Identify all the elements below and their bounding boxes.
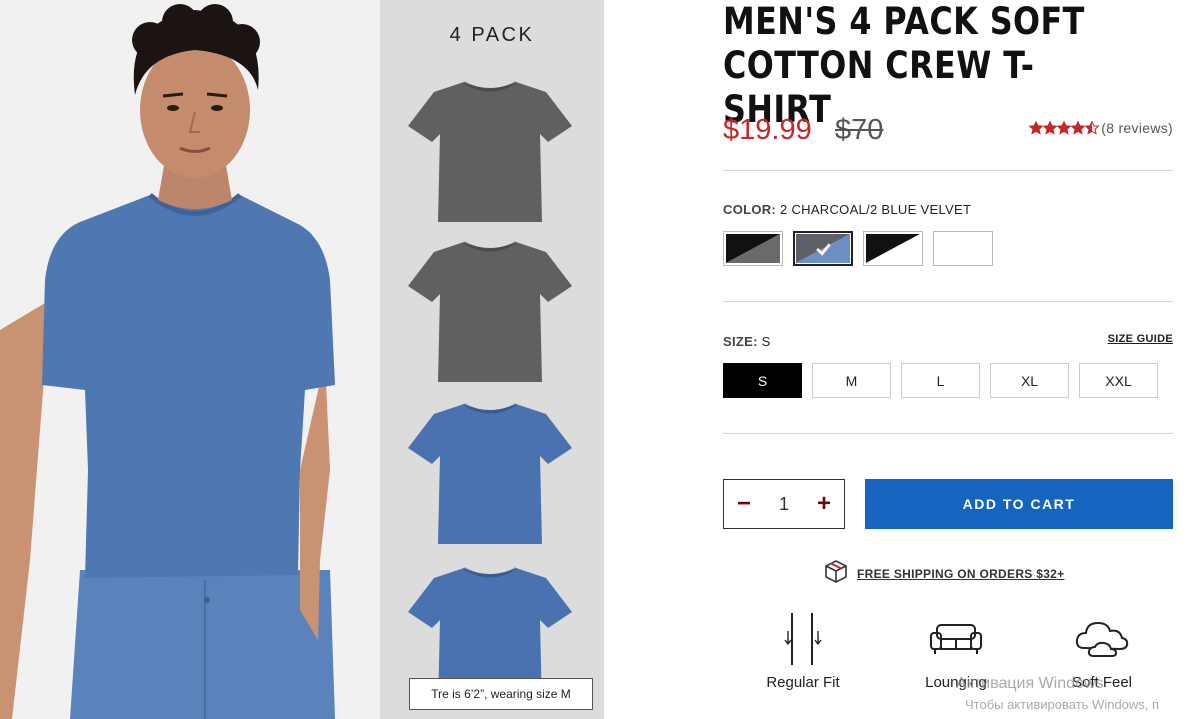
size-option-l[interactable]: L <box>901 363 980 398</box>
color-swatch-black-white[interactable] <box>863 231 923 266</box>
add-to-cart-button[interactable]: ADD TO CART <box>865 479 1173 529</box>
model-size-note: Tre is 6’2”, wearing size M <box>409 678 593 710</box>
windows-activation-watermark: Активация Windows <box>956 675 1104 692</box>
quantity-stepper: − 1 + <box>723 479 845 529</box>
regular-fit-icon <box>738 610 868 668</box>
couch-icon <box>891 610 1021 668</box>
review-count[interactable]: (8 reviews) <box>1101 120 1173 136</box>
color-value: 2 CHARCOAL/2 BLUE VELVET <box>780 202 972 217</box>
color-swatch-charcoal-blue[interactable] <box>793 231 853 266</box>
size-options: S M L XL XXL <box>723 363 1158 398</box>
size-option-s[interactable]: S <box>723 363 802 398</box>
free-shipping[interactable]: FREE SHIPPING ON ORDERS $32+ <box>823 559 1064 588</box>
color-swatch-white[interactable] <box>933 231 993 266</box>
color-swatches <box>723 231 993 266</box>
star-icon <box>1085 121 1100 135</box>
decrease-quantity-button[interactable]: − <box>734 492 754 516</box>
color-label-key: COLOR: <box>723 202 777 217</box>
star-icon <box>1057 121 1072 135</box>
product-info: MEN'S 4 PACK SOFT COTTON CREW T-SHIRT $1… <box>723 0 1173 719</box>
size-value: S <box>761 334 771 349</box>
original-price: $70 <box>835 114 884 146</box>
pack-shirt-2[interactable] <box>406 236 574 386</box>
windows-activation-hint: Чтобы активировать Windows, п <box>965 697 1160 712</box>
star-icon <box>1043 121 1058 135</box>
product-title: MEN'S 4 PACK SOFT COTTON CREW T-SHIRT <box>723 0 1085 131</box>
size-option-xl[interactable]: XL <box>990 363 1069 398</box>
sale-price: $19.99 <box>723 114 812 146</box>
size-option-m[interactable]: M <box>812 363 891 398</box>
free-shipping-link[interactable]: FREE SHIPPING ON ORDERS $32+ <box>857 567 1064 581</box>
price-row: $19.99 $70 (8 reviews) <box>723 114 1173 150</box>
size-label-key: SIZE: <box>723 334 758 349</box>
star-icon <box>1071 121 1086 135</box>
quantity-value[interactable]: 1 <box>779 494 789 515</box>
pack-label: 4 PACK <box>449 24 535 46</box>
color-label: COLOR: 2 CHARCOAL/2 BLUE VELVET <box>723 202 971 217</box>
divider <box>723 433 1173 434</box>
color-swatch-black-charcoal[interactable] <box>723 231 783 266</box>
pack-shirt-1[interactable] <box>406 76 574 226</box>
size-guide-link[interactable]: SIZE GUIDE <box>1108 333 1173 345</box>
feature-lounging: Lounging <box>891 610 1021 710</box>
pack-shirt-3[interactable] <box>406 398 574 548</box>
rating[interactable]: (8 reviews) <box>1029 120 1173 136</box>
model-photo[interactable] <box>0 0 380 719</box>
feature-regular-fit: Regular Fit <box>738 610 868 710</box>
cloud-icon <box>1037 610 1167 668</box>
size-option-xxl[interactable]: XXL <box>1079 363 1158 398</box>
package-icon <box>823 559 849 588</box>
size-label: SIZE: S <box>723 334 771 349</box>
rating-stars <box>1029 121 1100 135</box>
increase-quantity-button[interactable]: + <box>814 492 834 516</box>
feature-label: Regular Fit <box>766 674 840 691</box>
star-icon <box>1029 121 1044 135</box>
pack-gallery: 4 PACK Tre is 6’2”, wearing size M <box>380 0 604 719</box>
feature-soft-feel: Soft Feel <box>1037 610 1167 710</box>
divider <box>723 170 1173 171</box>
model-illustration <box>0 0 380 719</box>
divider <box>723 301 1173 302</box>
